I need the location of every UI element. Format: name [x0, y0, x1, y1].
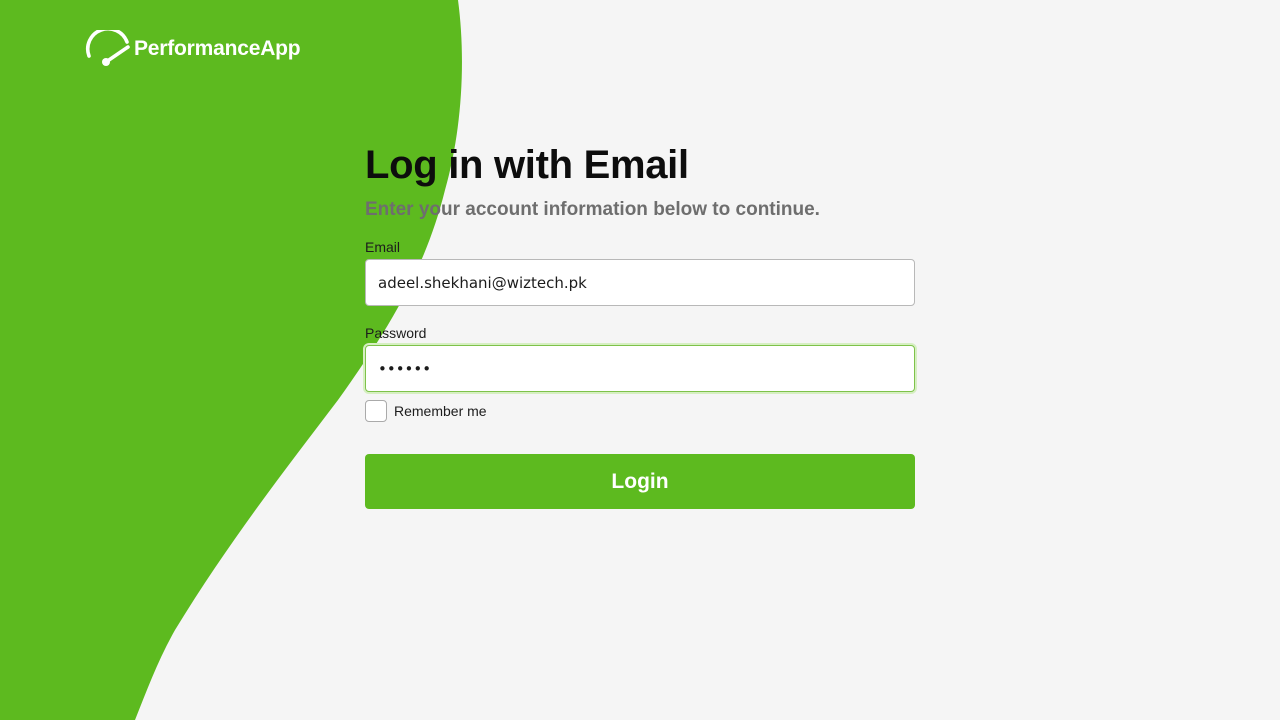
remember-me-checkbox[interactable] — [365, 400, 387, 422]
page-title: Log in with Email — [365, 143, 689, 187]
password-label: Password — [365, 325, 427, 341]
login-page: PerformanceApp Log in with Email Enter y… — [0, 0, 1280, 720]
speedometer-icon — [85, 30, 130, 66]
page-subtitle: Enter your account information below to … — [365, 199, 820, 220]
login-button[interactable]: Login — [365, 454, 915, 509]
brand-logo: PerformanceApp — [84, 30, 301, 68]
email-field[interactable] — [365, 259, 915, 306]
password-field[interactable] — [365, 345, 915, 392]
remember-me-label[interactable]: Remember me — [394, 403, 487, 419]
email-label: Email — [365, 239, 401, 255]
login-form: Log in with Email Enter your account inf… — [365, 140, 915, 509]
brand-name: PerformanceApp — [134, 37, 301, 60]
remember-me-row[interactable]: Remember me — [365, 400, 915, 422]
